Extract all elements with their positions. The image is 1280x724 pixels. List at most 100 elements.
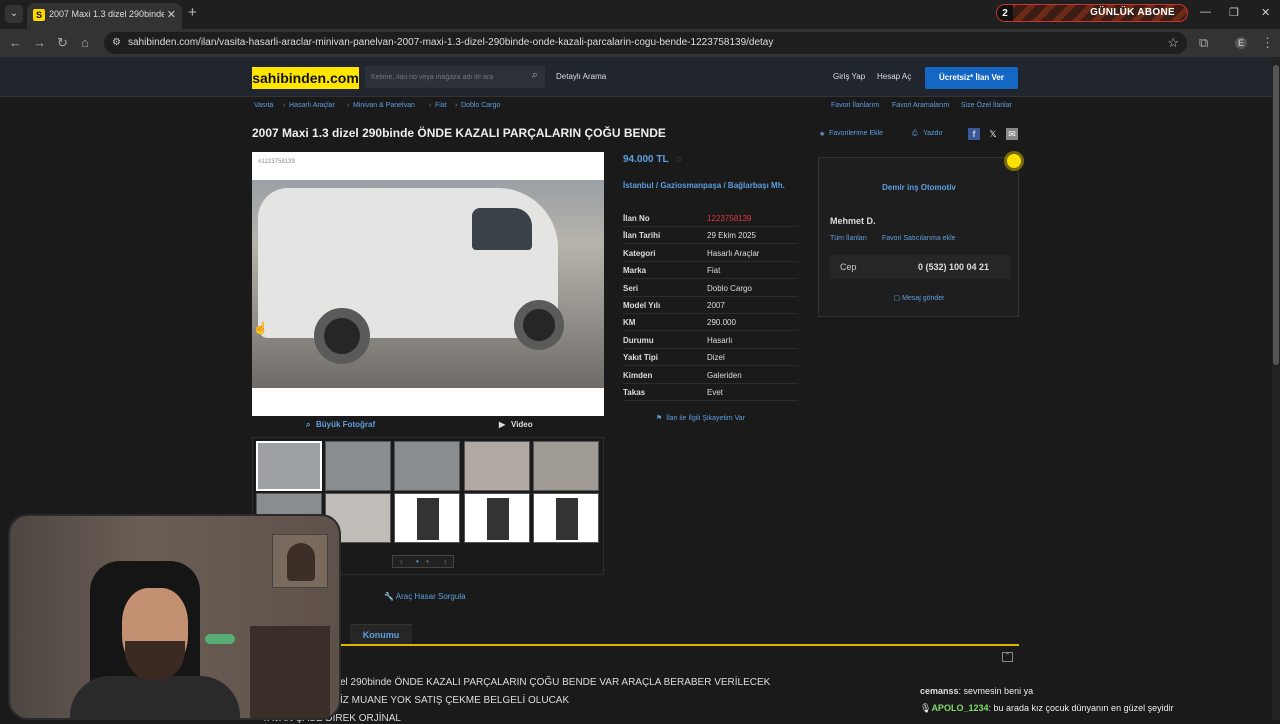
detail-row: Model Yılı 2007 <box>623 297 798 314</box>
all-listings-link[interactable]: Tüm İlanları <box>830 235 867 242</box>
detailed-search-link[interactable]: Detaylı Arama <box>556 72 606 81</box>
menu-icon[interactable]: ⋮ <box>1261 35 1274 51</box>
detail-key: Durumu <box>623 335 654 345</box>
main-photo[interactable] <box>252 180 604 388</box>
pager-dot[interactable]: • <box>426 557 429 566</box>
thumbnail[interactable] <box>533 493 599 543</box>
detail-key: Model Yılı <box>623 301 661 310</box>
print-link[interactable]: Yazdır <box>923 130 943 137</box>
print-icon[interactable]: ⎙ <box>912 130 918 138</box>
site-info-icon[interactable]: ⚙ <box>112 37 121 48</box>
vehicle-inspection-link[interactable]: 🔧 Araç Hasar Sorgula <box>384 592 466 601</box>
minimize-icon[interactable]: — <box>1200 6 1211 18</box>
breadcrumb-item[interactable]: Fiat <box>435 102 447 109</box>
detail-value: Hasarlı <box>707 335 733 345</box>
thumbnail[interactable] <box>533 441 599 491</box>
detail-value: Galeriden <box>707 370 742 380</box>
reload-icon[interactable]: ↻ <box>57 35 68 51</box>
location[interactable]: İstanbul / Gaziosmanpaşa / Bağlarbaşı Mh… <box>623 181 798 191</box>
detail-key: KM <box>623 318 636 328</box>
scrollbar-thumb[interactable] <box>1273 65 1279 365</box>
webcam-overlay <box>8 514 341 720</box>
thumbnail[interactable] <box>464 493 530 543</box>
search-input[interactable] <box>371 69 521 85</box>
pager-next-icon[interactable]: › <box>444 557 447 566</box>
x-share-icon[interactable]: 𝕏 <box>987 128 999 140</box>
breadcrumb-item[interactable]: Vasıta <box>254 102 273 109</box>
price-info-icon[interactable]: ◌ <box>676 154 681 164</box>
send-message-label: Mesaj gönder <box>902 295 945 302</box>
chat-message: cemanss: sevmesin beni ya <box>920 686 1034 696</box>
special-listings-link[interactable]: Size Özel İlanlar <box>961 102 1012 109</box>
thumbnail[interactable] <box>464 441 530 491</box>
add-favorite-link[interactable]: Favorilerime Ekle <box>829 130 883 137</box>
bookmark-star-icon[interactable]: ☆ <box>1167 35 1179 51</box>
favorite-seller-link[interactable]: Favori Satıcılarıma ekle <box>882 235 956 242</box>
detail-value: Fiat <box>707 266 721 276</box>
back-icon[interactable]: ← <box>9 35 22 50</box>
favorite-listings-link[interactable]: Favori İlanlarım <box>831 102 879 109</box>
facebook-icon[interactable]: f <box>968 128 980 140</box>
close-tab-icon[interactable]: ✕ <box>167 8 176 21</box>
detail-key: İlan Tarihi <box>623 231 661 241</box>
search-icon[interactable]: ⌕ <box>532 69 538 82</box>
video-tab[interactable]: Video <box>511 420 533 429</box>
detail-value: Dizel <box>707 353 725 363</box>
forward-icon[interactable]: → <box>33 35 46 50</box>
pager-prev-icon[interactable]: ‹ <box>400 557 403 566</box>
extensions-icon[interactable]: ⧉ <box>1199 35 1208 51</box>
tab-title: 2007 Maxi 1.3 dizel 290binde ÖNDE KAZALI… <box>49 9 164 19</box>
detail-row: Marka Fiat <box>623 262 798 280</box>
home-icon[interactable]: ⌂ <box>81 35 89 50</box>
badge-count: 2 <box>997 5 1013 21</box>
detail-value: 2007 <box>707 301 725 310</box>
detail-key: İlan No <box>623 214 650 223</box>
pager-dot[interactable]: • <box>416 557 419 566</box>
close-window-icon[interactable]: ✕ <box>1261 6 1270 19</box>
breadcrumb-item[interactable]: Doblo Cargo <box>461 102 500 109</box>
email-share-icon[interactable]: ✉ <box>1006 128 1018 140</box>
site-logo[interactable]: sahibinden.com <box>252 67 359 89</box>
highlight-sun-icon <box>1007 154 1021 168</box>
thumbnail-pager: ‹ • • › <box>392 555 454 568</box>
detail-row: Kimden Galeriden <box>623 367 798 384</box>
breadcrumb-item[interactable]: Hasarlı Araçlar <box>289 102 335 109</box>
vehicle-inspection-label: Araç Hasar Sorgula <box>395 592 466 601</box>
profile-avatar[interactable]: E <box>1235 37 1247 49</box>
new-tab-icon[interactable]: + <box>188 4 197 21</box>
detail-value: 290.000 <box>707 318 736 328</box>
tab-search-button[interactable]: ⌄ <box>5 5 23 23</box>
large-photo-icon[interactable]: ⌕ <box>306 420 310 430</box>
mic-icon: 🎙 <box>920 703 932 713</box>
thumbnail[interactable] <box>394 493 460 543</box>
send-message-link[interactable]: ▢ Mesaj gönder <box>819 294 1019 302</box>
favorite-searches-link[interactable]: Favori Aramalarım <box>892 102 949 109</box>
breadcrumb-item[interactable]: Minivan & Panelvan <box>353 102 415 109</box>
collapse-icon[interactable]: ⌃ <box>1002 652 1013 662</box>
register-link[interactable]: Hesap Aç <box>877 72 911 81</box>
detail-value: 29 Ekim 2025 <box>707 231 756 241</box>
url-field[interactable]: ⚙ sahibinden.com/ilan/vasita-hasarli-ara… <box>104 32 1187 54</box>
tab-location[interactable]: Konumu <box>350 624 412 644</box>
login-link[interactable]: Giriş Yap <box>833 72 865 81</box>
chat-text: sevmesin beni ya <box>963 686 1034 696</box>
price: 94.000 TL <box>623 154 669 165</box>
detail-key: Seri <box>623 283 639 293</box>
large-photo-tab[interactable]: Büyük Fotoğraf <box>316 420 375 429</box>
thumbnail[interactable] <box>325 441 391 491</box>
chat-user: APOLO_1234 <box>931 703 989 713</box>
thumbnail[interactable] <box>394 441 460 491</box>
video-play-icon[interactable]: ▶ <box>499 420 505 429</box>
listing-number-overlay: #1223758139 <box>258 159 295 165</box>
page-scrollbar[interactable] <box>1272 57 1280 720</box>
favorite-star-icon[interactable]: ★ <box>819 130 825 138</box>
complaint-link[interactable]: ⚑ İlan ile İlgili Şikayetim Var <box>656 414 745 422</box>
phone-number[interactable]: 0 (532) 100 04 21 <box>918 262 989 272</box>
store-name[interactable]: Demir inş Otomotiv <box>819 183 1019 192</box>
browser-tab-active[interactable]: S 2007 Maxi 1.3 dizel 290binde ÖNDE KAZA… <box>27 3 182 29</box>
thumbnail[interactable] <box>256 441 322 491</box>
restore-icon[interactable]: ❐ <box>1229 6 1239 19</box>
site-favicon: S <box>33 9 45 21</box>
post-ad-button[interactable]: Ücretsiz* İlan Ver <box>925 67 1018 89</box>
detail-row: Takas Evet <box>623 384 798 401</box>
